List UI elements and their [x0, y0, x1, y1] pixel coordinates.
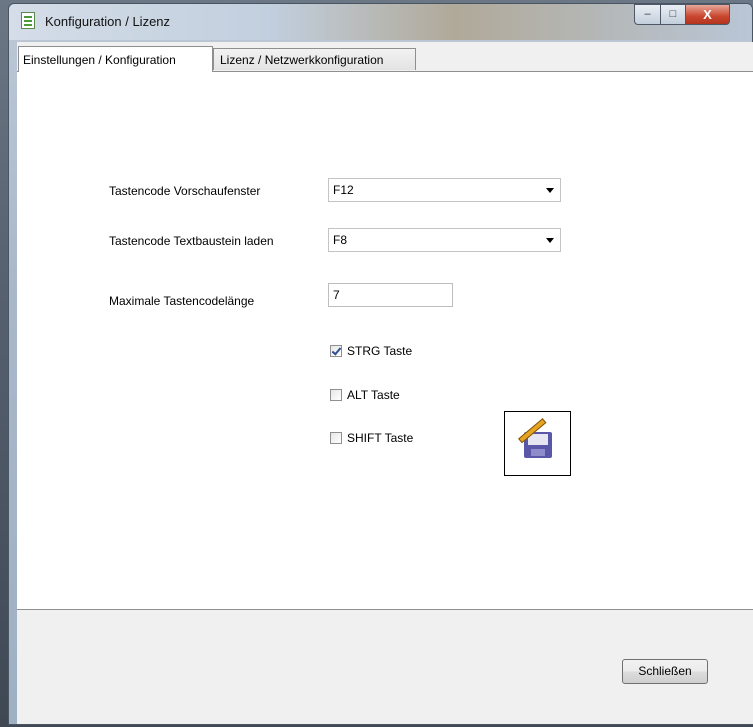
title-bar[interactable]: Konfiguration / Lizenz – □ X [9, 4, 752, 40]
shift-label: SHIFT Taste [347, 431, 414, 445]
preview-key-value: F12 [333, 183, 354, 197]
shift-checkbox[interactable]: SHIFT Taste [330, 431, 413, 445]
client-area: Einstellungen / Konfiguration Lizenz / N… [17, 42, 753, 724]
preview-key-label: Tastencode Vorschaufenster [109, 184, 261, 198]
preview-key-select[interactable]: F12 [328, 178, 561, 202]
strg-checkbox[interactable]: STRG Taste [330, 344, 412, 358]
checkbox-checked-icon[interactable] [330, 345, 342, 357]
checkbox-icon[interactable] [330, 432, 342, 444]
close-button[interactable]: Schließen [622, 659, 708, 684]
chevron-down-icon [546, 238, 554, 243]
document-icon [21, 12, 35, 29]
tab-settings[interactable]: Einstellungen / Konfiguration [18, 46, 213, 72]
minimize-button[interactable]: – [634, 4, 661, 25]
alt-label: ALT Taste [347, 388, 400, 402]
checkbox-icon[interactable] [330, 389, 342, 401]
textblock-key-label: Tastencode Textbaustein laden [109, 234, 274, 248]
save-button[interactable] [504, 411, 571, 476]
config-window: Konfiguration / Lizenz – □ X Einstellung… [8, 3, 753, 725]
textblock-key-select[interactable]: F8 [328, 228, 561, 252]
settings-panel: Tastencode Vorschaufenster F12 Tastencod… [17, 71, 753, 610]
textblock-key-value: F8 [333, 233, 348, 247]
tab-license[interactable]: Lizenz / Netzwerkkonfiguration [213, 48, 416, 70]
alt-checkbox[interactable]: ALT Taste [330, 388, 400, 402]
max-length-label: Maximale Tastencodelänge [109, 294, 255, 308]
max-length-input[interactable]: 7 [328, 283, 453, 307]
chevron-down-icon [546, 188, 554, 193]
close-window-button[interactable]: X [685, 4, 730, 25]
window-title: Konfiguration / Lizenz [45, 14, 171, 29]
strg-label: STRG Taste [347, 344, 413, 358]
maximize-button[interactable]: □ [660, 4, 686, 25]
